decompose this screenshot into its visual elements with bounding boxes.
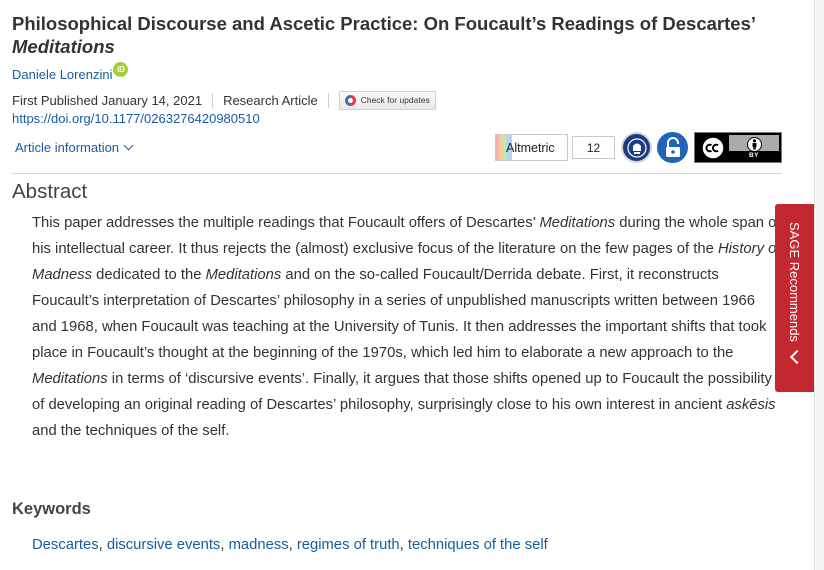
open-access-seal-icon[interactable]	[621, 132, 652, 163]
section-divider	[12, 173, 782, 174]
orcid-icon[interactable]: iD	[113, 61, 129, 77]
keyword-link[interactable]: regimes of truth	[297, 537, 400, 553]
article-type: Research Article	[223, 92, 318, 108]
article-title-main: Philosophical Discourse and Ascetic Prac…	[12, 13, 756, 34]
abstract-text: This paper addresses the multiple readin…	[32, 210, 782, 444]
article-title-italic: Meditations	[12, 36, 115, 57]
meta-divider	[212, 92, 214, 108]
author-row: Daniele Lorenzini iD	[12, 61, 129, 84]
keyword-separator: ,	[399, 537, 408, 553]
article-information-label: Article information	[15, 140, 120, 155]
altmetric-label: Altmetric	[506, 140, 555, 155]
publication-meta: First Published January 14, 2021 Researc…	[12, 90, 436, 110]
crossmark-icon	[344, 94, 356, 106]
published-date: First Published January 14, 2021	[12, 92, 203, 108]
page-scrollbar[interactable]	[814, 0, 824, 570]
attribution-icon	[746, 137, 762, 152]
sage-recommends-label: SAGE Recommends	[787, 222, 802, 342]
chevron-left-icon	[789, 349, 804, 365]
abstract-italic: Meditations	[539, 215, 616, 231]
abstract-segment: and the techniques of the self.	[32, 423, 230, 439]
cc-by-license-badge[interactable]: BY	[694, 132, 782, 163]
check-for-updates-label: Check for updates	[360, 95, 430, 105]
keyword-link[interactable]: techniques of the self	[408, 537, 548, 553]
keyword-link[interactable]: discursive events	[107, 537, 221, 553]
abstract-italic: Meditations	[32, 371, 108, 387]
keyword-link[interactable]: Descartes	[32, 537, 99, 553]
abstract-italic: Meditations	[205, 267, 282, 283]
abstract-heading: Abstract	[12, 180, 88, 203]
lock-glyph	[665, 136, 680, 157]
abstract-segment: in terms of ‘discursive events’. Finally…	[32, 371, 772, 413]
seal-glyph	[626, 137, 647, 158]
doi-link[interactable]: https://doi.org/10.1177/0263276420980510	[12, 111, 260, 126]
article-information-toggle[interactable]: Article information	[15, 140, 134, 155]
altmetric-count[interactable]: 12	[572, 136, 615, 159]
cc-by-label: BY	[729, 151, 779, 160]
chevron-down-icon	[123, 140, 134, 151]
abstract-segment: This paper addresses the multiple readin…	[32, 215, 540, 231]
keyword-link[interactable]: madness	[229, 537, 289, 553]
article-title: Philosophical Discourse and Ascetic Prac…	[12, 12, 802, 58]
cc-icon	[697, 135, 729, 160]
badge-row: Altmetric 12 BY	[495, 132, 782, 163]
check-for-updates-button[interactable]: Check for updates	[338, 90, 436, 110]
keyword-separator: ,	[288, 537, 297, 553]
abstract-segment: dedicated to the	[92, 267, 206, 283]
open-lock-icon[interactable]	[657, 132, 688, 163]
keyword-list: Descartes, discursive events, madness, r…	[32, 537, 548, 553]
keyword-separator: ,	[98, 537, 107, 553]
keyword-separator: ,	[220, 537, 229, 553]
sage-recommends-tab[interactable]: SAGE Recommends	[775, 204, 814, 392]
cc-by-panel: BY	[729, 135, 779, 160]
meta-divider	[327, 92, 329, 108]
altmetric-badge[interactable]: Altmetric	[495, 134, 568, 161]
author-link[interactable]: Daniele Lorenzini	[12, 67, 112, 82]
keywords-heading: Keywords	[12, 500, 91, 518]
abstract-italic: askēsis	[726, 397, 776, 413]
